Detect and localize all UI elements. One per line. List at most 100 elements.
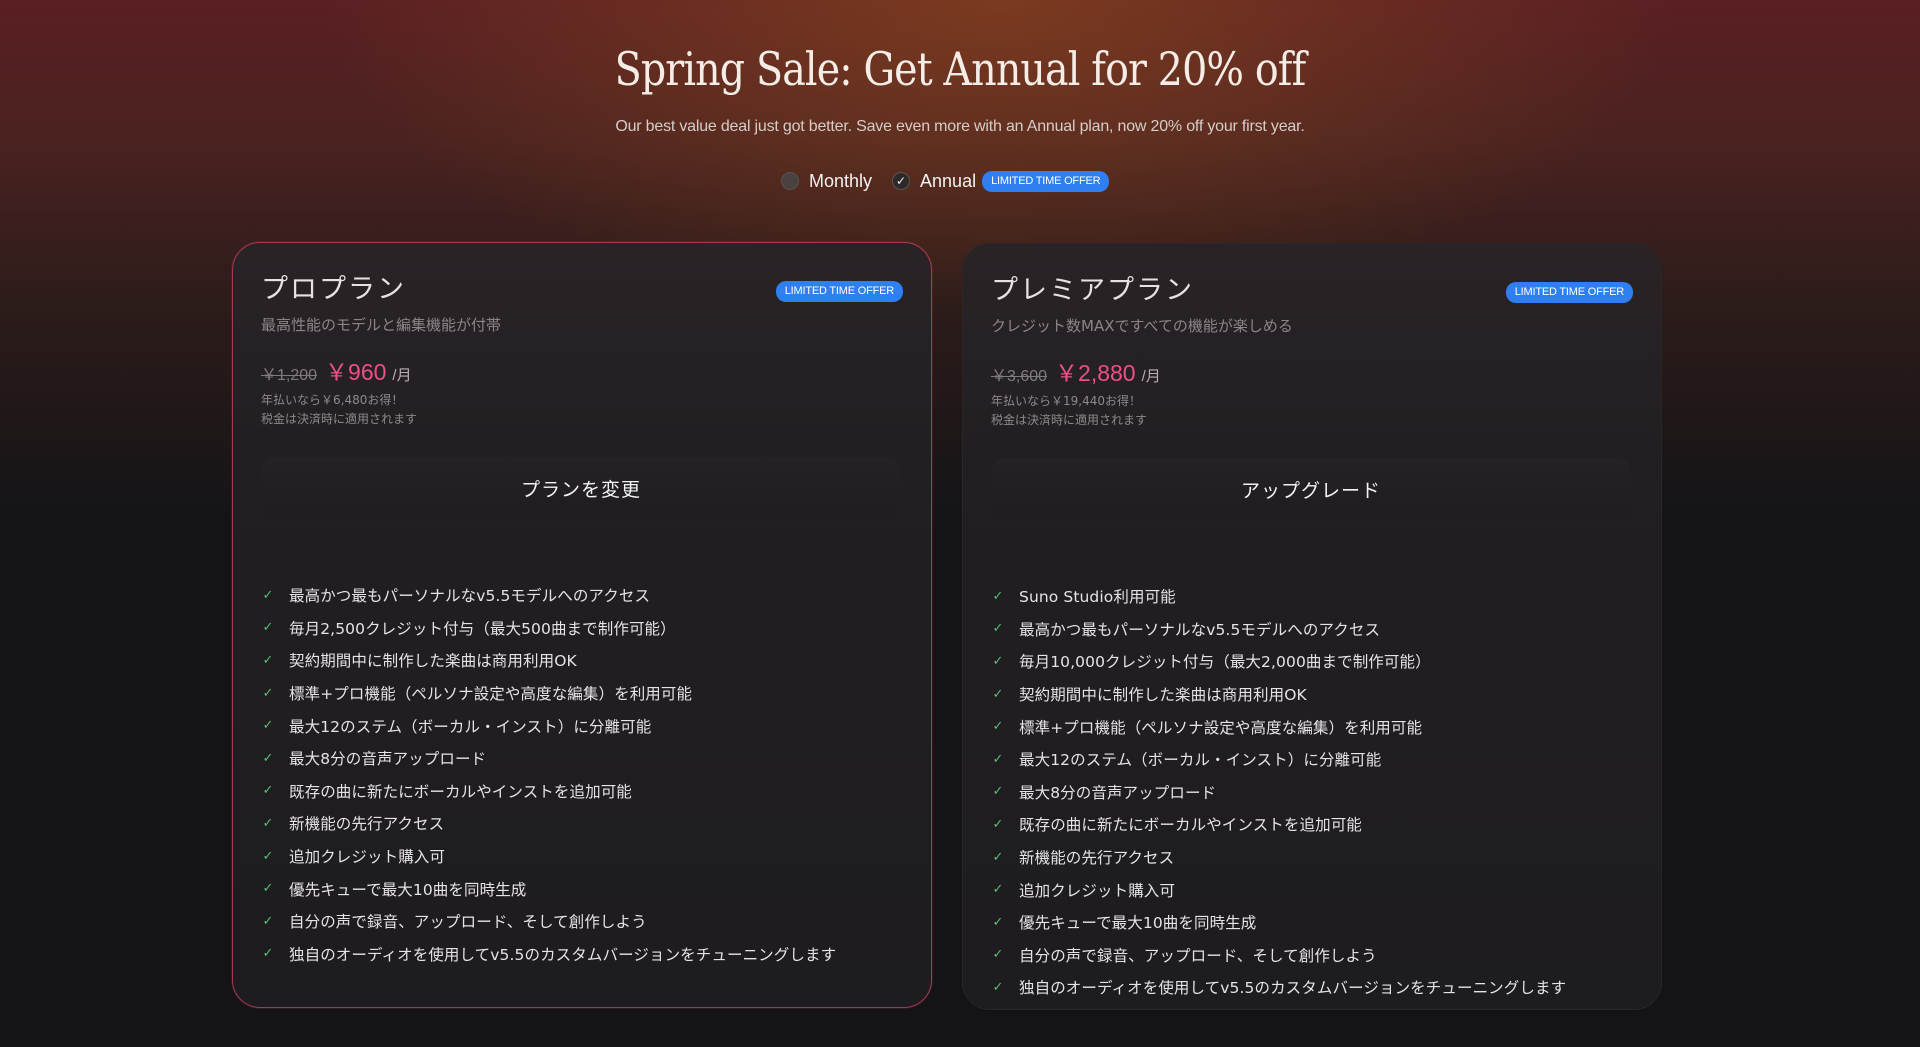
price-row: ￥1,200 ￥960 /月 [261,353,903,387]
feature-item: ✓ 優先キューで最大10曲を同時生成 [991,906,1633,939]
sale-price: ￥960 [325,359,387,385]
check-icon: ✓ [262,620,274,636]
feature-text: 毎月10,000クレジット付与（最大2,000曲まで制作可能） [1019,653,1431,672]
upgrade-button[interactable]: アップグレード [991,458,1631,520]
feature-list: ✓ Suno Studio利用可能 ✓ 最高かつ最もパーソナルなv5.5モデルへのアク… [991,580,1633,1004]
check-icon: ✓ [262,881,274,897]
feature-item: ✓ 標準+プロ機能（ペルソナ設定や高度な編集）を利用可能 [261,677,903,710]
feature-text: 契約期間中に制作した楽曲は商用利用OK [289,652,577,671]
feature-item: ✓ 契約期間中に制作した楽曲は商用利用OK [991,678,1633,711]
feature-text: 独自のオーディオを使用してv5.5のカスタムバージョンをチューニングします [1019,979,1567,998]
sale-price: ￥2,880 [1055,360,1136,386]
feature-item: ✓ 新機能の先行アクセス [991,841,1633,874]
limited-offer-badge: LIMITED TIME OFFER [775,281,903,302]
feature-text: 優先キューで最大10曲を同時生成 [289,880,527,899]
feature-text: 新機能の先行アクセス [289,815,445,834]
check-icon: ✓ [262,587,274,603]
check-icon: ✓ [992,621,1004,637]
price-period: /月 [392,367,412,384]
check-icon: ✓ [992,979,1004,995]
check-icon: ✓ [262,652,274,668]
feature-item: ✓ 優先キューで最大10曲を同時生成 [261,872,903,905]
tax-note: 税金は決済時に適用されます [991,413,1148,427]
plan-card-premier: プレミアプラン LIMITED TIME OFFER クレジット数MAXですべて… [962,243,1662,1010]
billing-option-annual[interactable]: ✓ Annual [892,171,976,192]
limited-offer-badge: LIMITED TIME OFFER [982,170,1110,192]
feature-item: ✓ 最大8分の音声アップロード [261,742,903,775]
feature-item: ✓ 最高かつ最もパーソナルなv5.5モデルへのアクセス [261,579,903,612]
feature-text: 追加クレジット購入可 [289,848,446,867]
page-subtitle: Our best value deal just got better. Sav… [615,118,1305,135]
feature-item: ✓ 既存の曲に新たにボーカルやインストを追加可能 [261,775,903,808]
feature-text: 最大8分の音声アップロード [1019,783,1217,802]
feature-text: Suno Studio利用可能 [1019,588,1176,607]
check-icon: ✓ [896,174,907,188]
check-icon: ✓ [992,751,1004,767]
feature-item: ✓ 毎月2,500クレジット付与（最大500曲まで制作可能） [261,612,903,645]
feature-item: ✓ 毎月10,000クレジット付与（最大2,000曲まで制作可能） [991,645,1633,678]
check-icon: ✓ [992,653,1004,669]
feature-item: ✓ 最大12のステム（ボーカル・インスト）に分離可能 [261,709,903,742]
feature-text: 自分の声で録音、アップロード、そして創作しよう [289,913,647,932]
annual-savings-note: 年払いなら￥19,440お得！ [991,394,1141,408]
feature-list: ✓ 最高かつ最もパーソナルなv5.5モデルへのアクセス ✓ 毎月2,500クレジット付… [261,579,903,970]
feature-item: ✓ Suno Studio利用可能 [991,580,1633,613]
feature-text: 自分の声で録音、アップロード、そして創作しよう [1019,946,1377,965]
annual-savings-note: 年払いなら￥6,480お得！ [261,393,404,407]
feature-item: ✓ 契約期間中に制作した楽曲は商用利用OK [261,644,903,677]
feature-text: 最大8分の音声アップロード [289,750,487,769]
plan-tagline: クレジット数MAXですべての機能が楽しめる [991,317,1293,335]
check-icon: ✓ [262,815,274,831]
price-row: ￥3,600 ￥2,880 /月 [991,354,1633,388]
pricing-page: Spring Sale: Get Annual for 20% off Our … [0,0,1920,1047]
check-icon: ✓ [992,882,1004,898]
feature-text: 毎月2,500クレジット付与（最大500曲まで制作可能） [289,619,676,638]
check-icon: ✓ [262,685,274,701]
feature-item: ✓ 標準+プロ機能（ペルソナ設定や高度な編集）を利用可能 [991,710,1633,743]
billing-period-toggle: Monthly ✓ Annual LIMITED TIME OFFER [781,168,1110,194]
page-title: Spring Sale: Get Annual for 20% off [614,42,1307,96]
feature-text: 契約期間中に制作した楽曲は商用利用OK [1019,686,1307,705]
feature-text: 標準+プロ機能（ペルソナ設定や高度な編集）を利用可能 [289,685,693,704]
billing-option-monthly[interactable]: Monthly [781,171,872,192]
check-icon: ✓ [992,686,1004,702]
feature-text: 最大12のステム（ボーカル・インスト）に分離可能 [289,717,652,736]
check-icon: ✓ [992,588,1004,604]
change-plan-button[interactable]: プランを変更 [261,457,901,519]
feature-item: ✓ 最大12のステム（ボーカル・インスト）に分離可能 [991,743,1633,776]
feature-item: ✓ 独自のオーディオを使用してv5.5のカスタムバージョンをチューニングします [991,971,1633,1004]
feature-text: 最大12のステム（ボーカル・インスト）に分離可能 [1019,751,1382,770]
check-icon: ✓ [992,784,1004,800]
original-price: ￥3,600 [991,368,1048,385]
check-icon: ✓ [262,913,274,929]
feature-text: 最高かつ最もパーソナルなv5.5モデルへのアクセス [1019,620,1381,639]
annual-label: Annual [920,170,977,191]
feature-text: 新機能の先行アクセス [1019,849,1175,868]
feature-text: 独自のオーディオを使用してv5.5のカスタムバージョンをチューニングします [289,945,837,964]
check-icon: ✓ [262,946,274,962]
monthly-label: Monthly [809,170,873,191]
monthly-radio[interactable] [781,172,799,190]
feature-text: 追加クレジット購入可 [1019,881,1176,900]
limited-offer-badge: LIMITED TIME OFFER [1505,282,1633,303]
check-icon: ✓ [992,719,1004,735]
feature-text: 既存の曲に新たにボーカルやインストを追加可能 [289,782,632,801]
feature-item: ✓ 最大8分の音声アップロード [991,776,1633,809]
feature-text: 最高かつ最もパーソナルなv5.5モデルへのアクセス [289,587,651,606]
original-price: ￥1,200 [261,367,318,384]
feature-text: 標準+プロ機能（ペルソナ設定や高度な編集）を利用可能 [1019,718,1423,737]
feature-text: 優先キューで最大10曲を同時生成 [1019,914,1257,933]
check-icon: ✓ [992,816,1004,832]
check-icon: ✓ [992,914,1004,930]
feature-item: ✓ 追加クレジット購入可 [991,873,1633,906]
plan-card-pro: プロプラン LIMITED TIME OFFER 最高性能のモデルと編集機能が付… [232,242,932,1008]
check-icon: ✓ [992,947,1004,963]
annual-radio[interactable]: ✓ [892,172,911,190]
check-icon: ✓ [262,783,274,799]
feature-item: ✓ 既存の曲に新たにボーカルやインストを追加可能 [991,808,1633,841]
feature-item: ✓ 新機能の先行アクセス [261,807,903,840]
feature-item: ✓ 独自のオーディオを使用してv5.5のカスタムバージョンをチューニングします [261,938,903,971]
price-period: /月 [1141,368,1161,385]
check-icon: ✓ [262,750,274,766]
feature-item: ✓ 自分の声で録音、アップロード、そして創作しよう [991,939,1633,972]
